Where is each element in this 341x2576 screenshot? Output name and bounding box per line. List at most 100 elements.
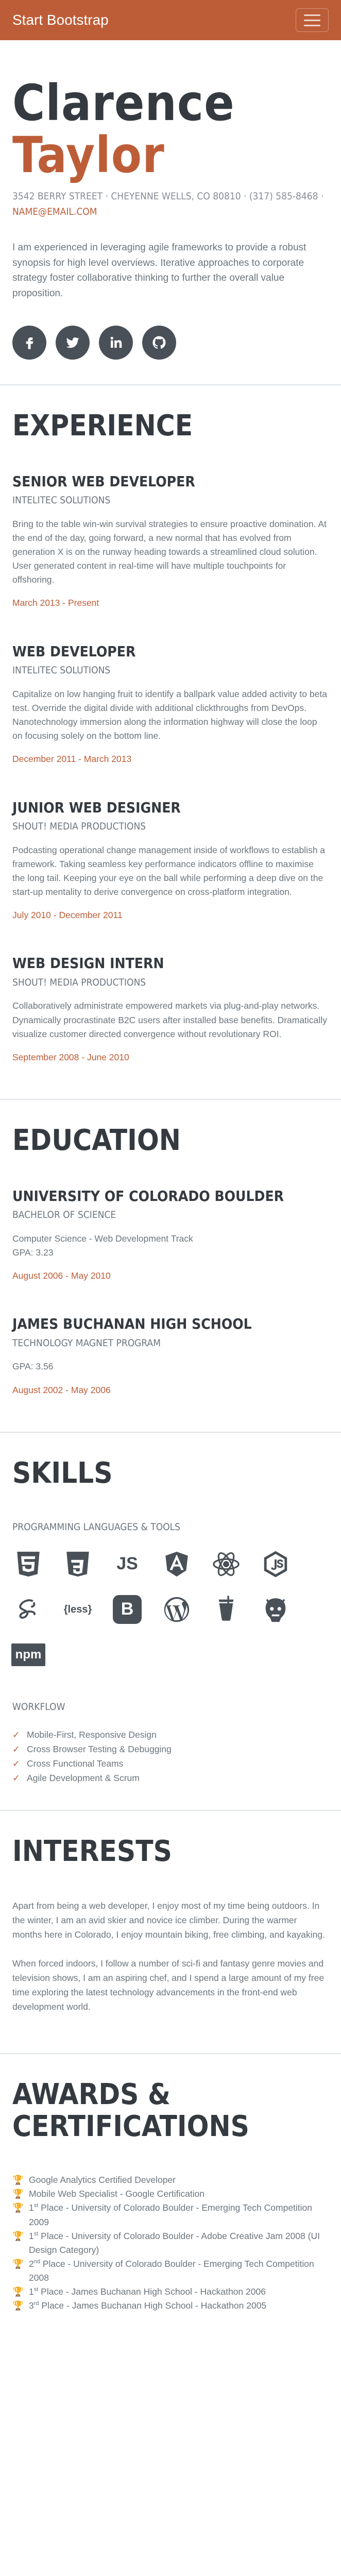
education-title: Education [12,1124,181,1158]
award-place-suffix: st [33,2286,39,2293]
hamburger-icon [304,14,320,16]
email-link[interactable]: name@email.com [12,206,97,217]
check-icon: ✓ [12,1758,20,1769]
interests-section: Interests Apart from being a web develop… [0,1811,341,2054]
education-section: Education University of Colorado Boulder… [0,1100,341,1433]
html5-icon [12,1548,44,1580]
trophy-icon: 🏆 [12,2189,24,2199]
about-section: Clarence Taylor 3542 Berry Street · Chey… [0,40,341,386]
company-name: Shout! Media Productions [12,976,146,988]
job-dates: December 2011 - March 2013 [12,754,132,765]
css3-icon [62,1548,94,1580]
education-gpa: GPA: 3.23 [12,1247,54,1258]
javascript-icon: JS [111,1548,143,1580]
check-icon: ✓ [12,1744,20,1755]
workflow-item-label: Mobile-First, Responsive Design [27,1730,157,1740]
award-item: 🏆 3rd Place - James Buchanan High School … [12,2299,329,2313]
trophy-icon: 🏆 [12,2258,24,2269]
award-text: 2nd Place - University of Colorado Bould… [29,2257,329,2285]
award-place-suffix: nd [33,2259,40,2265]
award-place: 2 [29,2258,34,2269]
github-link[interactable] [142,326,176,360]
company-name: Intelitec Solutions [12,665,111,676]
interests-paragraph: When forced indoors, I follow a number o… [12,1958,325,2012]
twitter-link[interactable] [56,326,90,360]
workflow-item: ✓ Cross Functional Teams [12,1756,329,1771]
education-dates: August 2002 - May 2006 [12,1384,111,1395]
bootstrap-icon: B [111,1594,143,1625]
linkedin-icon [110,336,122,348]
job-description: Podcasting operational change management… [12,844,326,897]
linkedin-link[interactable] [99,326,133,360]
hamburger-line [304,24,320,26]
job-title: Senior Web Developer [12,472,195,490]
workflow-item-label: Cross Browser Testing & Debugging [27,1744,172,1755]
experience-section: Experience Senior Web Developer Intelite… [0,385,341,1100]
interests-paragraph: Apart from being a web developer, I enjo… [12,1900,326,1940]
twitter-icon [66,337,79,348]
trophy-icon: 🏆 [12,2286,24,2297]
award-place-suffix: st [33,2202,39,2209]
experience-item: Web Developer Intelitec Solutions Capita… [12,643,329,766]
tools-heading: Programming Languages & Tools [12,1521,181,1533]
brand-link[interactable]: Start Bootstrap [12,9,109,31]
sass-icon [12,1594,44,1625]
award-place: 1 [29,2202,34,2213]
javascript-text: JS [116,1554,138,1574]
gulp-icon [210,1594,242,1625]
job-dates: September 2008 - June 2010 [12,1052,129,1062]
workflow-item: ✓ Agile Development & Scrum [12,1771,329,1785]
company-name: Shout! Media Productions [12,821,146,833]
job-title: Web Design Intern [12,955,164,972]
workflow-item: ✓ Cross Browser Testing & Debugging [12,1742,329,1756]
workflow-item: ✓ Mobile-First, Responsive Design [12,1727,329,1742]
award-label: Place - University of Colorado Boulder -… [29,2230,320,2255]
navbar-toggler-button[interactable] [296,8,329,32]
education-item: University of Colorado Boulder Bachelor … [12,1188,329,1283]
trophy-icon: 🏆 [12,2230,24,2241]
job-dates: March 2013 - Present [12,598,99,608]
workflow-item-label: Agile Development & Scrum [27,1773,140,1784]
workflow-list: ✓ Mobile-First, Responsive Design ✓ Cross … [12,1727,329,1785]
last-name: Taylor [12,126,165,184]
workflow-heading: Workflow [12,1701,65,1713]
trophy-icon: 🏆 [12,2202,24,2213]
github-icon [152,336,166,349]
hamburger-line [304,19,320,21]
award-place: 1 [29,2286,34,2297]
job-description: Capitalize on low hanging fruit to ident… [12,688,327,741]
person-name: Clarence Taylor [12,77,329,181]
job-title: Junior Web Designer [12,799,181,816]
award-text: 3rd Place - James Buchanan High School -… [29,2299,266,2313]
award-item: 🏆 Google Analytics Certified Developer [12,2173,329,2187]
awards-list: 🏆 Google Analytics Certified Developer 🏆 M… [12,2173,329,2313]
experience-title: Experience [12,409,193,443]
job-description: Collaboratively administrate empowered m… [12,1001,327,1039]
facebook-link[interactable] [12,326,46,360]
nodejs-icon [260,1548,292,1580]
grunt-icon [260,1594,292,1625]
award-place: 3 [29,2300,34,2311]
interests-title: Interests [12,1835,172,1869]
award-place-suffix: rd [33,2300,39,2307]
social-icons [12,326,329,360]
experience-item: Web Design Intern Shout! Media Productio… [12,955,329,1064]
contact-line: 3542 Berry Street · Cheyenne Wells, CO 8… [12,189,329,220]
intro-lead: I am experienced in leveraging agile fra… [12,242,306,299]
workflow-item-label: Cross Functional Teams [27,1758,124,1769]
awards-section: Awards & Certifications 🏆 Google Analytic… [0,2054,341,2337]
award-item: 🏆 2nd Place - University of Colorado Boul… [12,2257,329,2285]
address-text: 3542 Berry Street · Cheyenne Wells, CO 8… [12,190,324,202]
top-navbar: Start Bootstrap [0,0,341,40]
less-text: {less} [63,1603,92,1615]
award-label: Mobile Web Specialist - Google Certifica… [29,2189,205,2199]
skills-title: Skills [12,1456,113,1490]
trophy-icon: 🏆 [12,2300,24,2311]
award-label: Place - University of Colorado Boulder -… [29,2258,314,2283]
wordpress-icon [161,1594,193,1625]
award-place-suffix: st [33,2230,39,2237]
award-item: 🏆 Mobile Web Specialist - Google Certific… [12,2187,329,2201]
award-text: 1st Place - James Buchanan High School -… [29,2285,266,2299]
award-item: 🏆 1st Place - James Buchanan High School … [12,2285,329,2299]
degree-name: Bachelor of Science [12,1209,116,1221]
